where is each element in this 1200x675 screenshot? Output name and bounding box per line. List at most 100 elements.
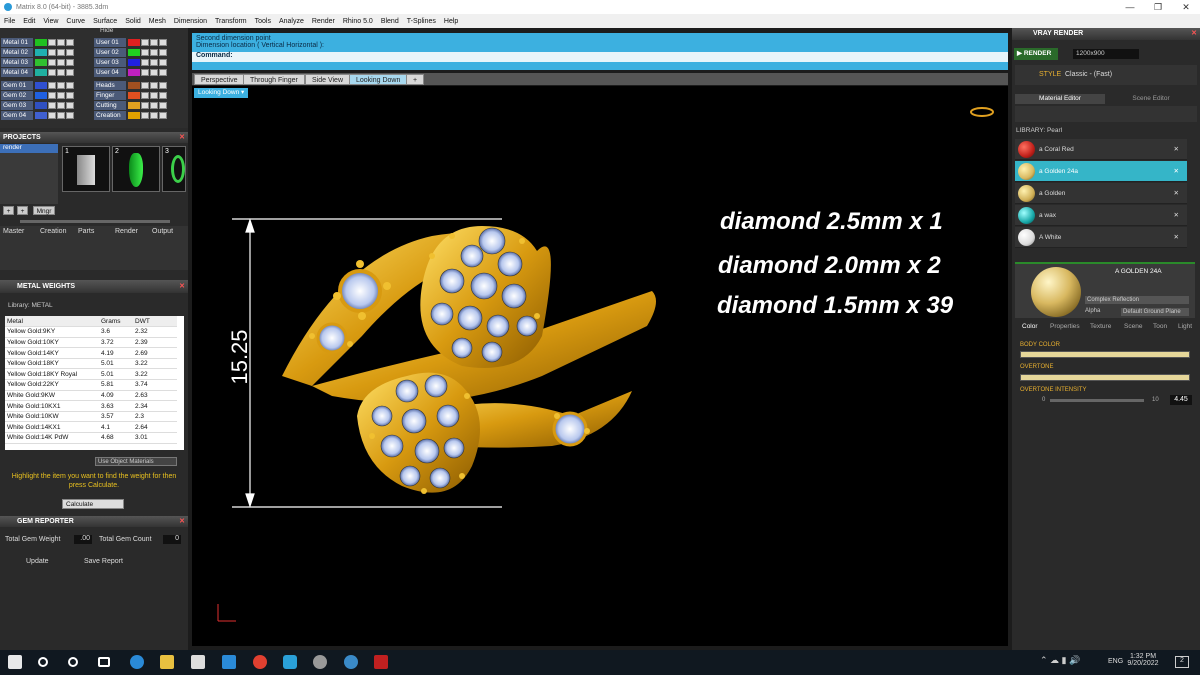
layer-color[interactable]	[128, 92, 140, 99]
render-button[interactable]: ▶ RENDER	[1014, 48, 1058, 60]
save-report-button[interactable]: Save Report	[84, 558, 154, 568]
update-button[interactable]: Update	[26, 558, 68, 568]
lock-icon[interactable]	[141, 49, 149, 56]
language-indicator[interactable]: ENG	[1108, 658, 1123, 665]
clock[interactable]: 1:32 PM 9/20/2022	[1127, 653, 1159, 667]
ring-model[interactable]	[192, 86, 1008, 646]
layer-color[interactable]	[35, 49, 47, 56]
lock-icon[interactable]	[141, 102, 149, 109]
file-explorer-icon[interactable]	[160, 655, 174, 669]
menu-view[interactable]: View	[39, 18, 62, 25]
project-thumb[interactable]: 1	[62, 146, 110, 192]
select-icon[interactable]	[159, 82, 167, 89]
lock-icon[interactable]	[141, 92, 149, 99]
lock-icon[interactable]	[48, 112, 56, 119]
select-icon[interactable]	[159, 49, 167, 56]
eye-icon[interactable]	[57, 39, 65, 46]
menu-blend[interactable]: Blend	[377, 18, 403, 25]
layer-color[interactable]	[128, 112, 140, 119]
mail-icon[interactable]	[222, 655, 236, 669]
eye-icon[interactable]	[150, 59, 158, 66]
column-header[interactable]: Grams	[99, 316, 133, 328]
layer-row[interactable]: Cutting	[94, 101, 167, 110]
intensity-value[interactable]: 4.45	[1170, 395, 1192, 405]
table-row[interactable]: Yellow Gold:10KY 3.72 2.39	[5, 337, 177, 349]
lock-icon[interactable]	[48, 49, 56, 56]
eye-icon[interactable]	[150, 102, 158, 109]
material-item[interactable]: A White ✕	[1015, 227, 1187, 248]
menu-tsplines[interactable]: T-Splines	[403, 18, 440, 25]
lock-icon[interactable]	[141, 69, 149, 76]
select-icon[interactable]	[66, 92, 74, 99]
material-item[interactable]: a Coral Red ✕	[1015, 139, 1187, 160]
menu-analyze[interactable]: Analyze	[275, 18, 308, 25]
eye-icon[interactable]	[57, 82, 65, 89]
tab-render[interactable]: Render	[115, 228, 138, 235]
app-icon[interactable]	[313, 655, 327, 669]
select-icon[interactable]	[159, 69, 167, 76]
eye-icon[interactable]	[150, 92, 158, 99]
tab-parts[interactable]: Parts	[78, 228, 94, 235]
eye-icon[interactable]	[57, 69, 65, 76]
tab-toon[interactable]: Toon	[1153, 322, 1167, 332]
layer-row[interactable]: Creation	[94, 111, 167, 120]
menu-tools[interactable]: Tools	[251, 18, 275, 25]
project-item[interactable]: render	[0, 144, 58, 153]
select-icon[interactable]	[159, 39, 167, 46]
table-row[interactable]: Yellow Gold:9KY 3.6 2.32	[5, 326, 177, 338]
close-icon[interactable]: ✕	[179, 516, 185, 527]
layer-row[interactable]: Gem 03	[1, 101, 74, 110]
select-icon[interactable]	[66, 69, 74, 76]
remove-icon[interactable]: ✕	[1174, 205, 1179, 226]
layer-color[interactable]	[128, 82, 140, 89]
close-icon[interactable]: ✕	[179, 132, 185, 143]
table-row[interactable]: White Gold:14K PdW 4.68 3.01	[5, 432, 177, 444]
lock-icon[interactable]	[48, 82, 56, 89]
dimension-value[interactable]: 15.25	[227, 327, 253, 387]
tab-side-view[interactable]: Side View	[305, 74, 351, 85]
table-row[interactable]: Yellow Gold:22KY 5.81 3.74	[5, 379, 177, 391]
layer-row[interactable]: Gem 04	[1, 111, 74, 120]
eye-icon[interactable]	[150, 112, 158, 119]
layer-color[interactable]	[128, 69, 140, 76]
tab-scene[interactable]: Scene	[1124, 322, 1142, 332]
layer-color[interactable]	[35, 69, 47, 76]
tab-through-finger[interactable]: Through Finger	[243, 74, 305, 85]
layer-row[interactable]: Heads	[94, 81, 167, 90]
table-row[interactable]: White Gold:10KW 3.57 2.3	[5, 411, 177, 423]
edge-icon[interactable]	[130, 655, 144, 669]
layer-row[interactable]: Metal 01	[1, 38, 74, 47]
overtone-slider[interactable]	[1020, 374, 1190, 381]
app-icon[interactable]	[374, 655, 388, 669]
select-icon[interactable]	[66, 82, 74, 89]
lock-icon[interactable]	[141, 59, 149, 66]
app-icon[interactable]	[344, 655, 358, 669]
layer-row[interactable]: Finger	[94, 91, 167, 100]
lock-icon[interactable]	[48, 69, 56, 76]
layer-color[interactable]	[35, 102, 47, 109]
resolution-field[interactable]: 1200x900	[1073, 49, 1139, 59]
remove-icon[interactable]: ✕	[1174, 183, 1179, 204]
eye-icon[interactable]	[57, 102, 65, 109]
menu-help[interactable]: Help	[440, 18, 462, 25]
close-icon[interactable]: ✕	[179, 280, 185, 293]
task-view-icon[interactable]	[98, 657, 110, 667]
project-thumb[interactable]: 2	[112, 146, 160, 192]
ground-plane-select[interactable]: Default Ground Plane	[1121, 308, 1189, 316]
lock-icon[interactable]	[141, 39, 149, 46]
column-header[interactable]: Metal	[5, 316, 99, 328]
eye-icon[interactable]	[150, 82, 158, 89]
tab-texture[interactable]: Texture	[1090, 322, 1111, 332]
layer-row[interactable]: Gem 02	[1, 91, 74, 100]
layer-row[interactable]: User 01	[94, 38, 167, 47]
table-row[interactable]: White Gold:10KX1 3.63 2.34	[5, 400, 177, 412]
project-thumb[interactable]: 3	[162, 146, 186, 192]
add-project-button[interactable]: +	[3, 206, 14, 215]
tab-master[interactable]: Master	[3, 228, 24, 235]
layer-row[interactable]: User 03	[94, 58, 167, 67]
search-icon[interactable]	[38, 657, 48, 667]
layer-color[interactable]	[35, 92, 47, 99]
add-view-button[interactable]: +	[406, 74, 425, 85]
tab-looking-down[interactable]: Looking Down	[349, 74, 408, 85]
tab-material-editor[interactable]: Material Editor	[1015, 94, 1105, 104]
